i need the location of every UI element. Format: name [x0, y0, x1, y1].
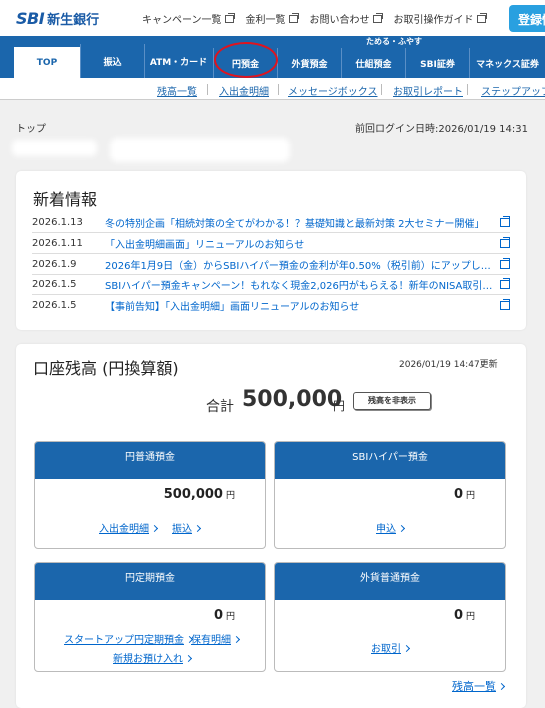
chevron-right-icon — [193, 524, 202, 533]
chevron-right-icon — [497, 682, 506, 691]
account-title: 円定期預金 — [35, 563, 265, 600]
news-link[interactable]: 2026年1月9日（金）からSBIハイパー預金の金利が年0.50%（税引前）にア… — [105, 257, 494, 272]
chevron-right-icon — [402, 644, 411, 653]
subnav-statement[interactable]: 入出金明細 — [219, 83, 269, 98]
account-title: SBIハイパー預金 — [275, 442, 505, 479]
logo-text: 新生銀行 — [47, 13, 100, 28]
sbi-shinsei-logo[interactable]: SBI 新生銀行 — [16, 9, 99, 28]
apply-link[interactable]: 申込 — [376, 520, 406, 535]
external-link-icon — [500, 278, 510, 289]
sbi-hyper-account-card: SBIハイパー預金 0円 申込 — [274, 441, 506, 549]
nav-tab-atm-card[interactable]: ATM・カード — [144, 44, 212, 78]
header-links: キャンペーン一覧 金利一覧 お問い合わせ お取引操作ガイド — [142, 11, 498, 26]
nav-tab-monex-securities[interactable]: マネックス証券 — [469, 48, 545, 78]
external-link-icon — [500, 298, 510, 310]
balance-panel: 口座残高 (円換算額) 2026/01/19 14:47更新 合計 500,00… — [16, 344, 526, 708]
balance-updated-time: 2026/01/19 14:47更新 — [399, 360, 498, 370]
fx-ordinary-account-card: 外貨普通預金 0円 お取引 — [274, 562, 506, 672]
news-link[interactable]: 【事前告知】「入出金明細」画面リニューアルのお知らせ — [105, 298, 494, 313]
subnav-step-up[interactable]: ステップアップ — [481, 83, 545, 98]
breadcrumb: トップ — [16, 124, 46, 135]
yen-time-deposit-card: 円定期預金 0円 スタートアップ円定期預金 保有明細 新規お預け入れ — [34, 562, 266, 672]
nav-tab-fx-deposit[interactable]: 外貨預金 — [277, 48, 341, 78]
account-balance: 0円 — [453, 487, 475, 502]
total-label: 合計 — [206, 399, 234, 415]
subnav-message-box[interactable]: メッセージボックス — [288, 83, 378, 98]
news-link[interactable]: 「入出金明細画面」リニューアルのお知らせ — [105, 236, 494, 251]
account-balance: 0円 — [453, 608, 475, 623]
statement-link[interactable]: 入出金明細 — [99, 520, 159, 535]
balance-title: 口座残高 (円換算額) — [33, 359, 179, 378]
subnav-divider — [207, 84, 208, 95]
redacted-name — [12, 140, 97, 156]
contact-link[interactable]: お問い合わせ — [310, 11, 383, 26]
external-link-icon — [372, 12, 383, 23]
subnav-transaction-report[interactable]: お取引レポート — [393, 83, 463, 98]
account-balance: 500,000 円 — [163, 487, 235, 502]
external-link-icon — [224, 12, 235, 23]
external-link-icon — [288, 12, 299, 23]
news-item[interactable]: 2026.1.9 2026年1月9日（金）からSBIハイパー預金の金利が年0.5… — [32, 255, 510, 275]
logo-sbi: SBI — [16, 9, 45, 28]
transfer-link[interactable]: 振込 — [172, 520, 202, 535]
news-panel: 新着情報 2026.1.13 冬の特別企画「相続対策の全てがわかる！？基礎知識と… — [16, 171, 526, 330]
account-balance: 0円 — [213, 608, 235, 623]
guide-link[interactable]: お取引操作ガイド — [394, 11, 487, 26]
redacted-greeting — [110, 138, 290, 162]
news-item[interactable]: 2026.1.5 SBIハイパー預金キャンペーン！もれなく現金2,026円がもら… — [32, 275, 510, 295]
external-link-icon — [500, 258, 510, 269]
news-title: 新着情報 — [33, 190, 98, 209]
news-date: 2026.1.5 — [32, 279, 77, 290]
rate-list-link[interactable]: 金利一覧 — [246, 11, 299, 26]
transaction-link[interactable]: お取引 — [371, 640, 411, 655]
news-item[interactable]: 2026.1.11 「入出金明細画面」リニューアルのお知らせ — [32, 234, 510, 254]
external-link-icon — [476, 12, 487, 23]
subnav-divider — [381, 84, 382, 95]
news-link[interactable]: 冬の特別企画「相続対策の全てがわかる！？基礎知識と最新対策 2大セミナー開催」 — [105, 215, 494, 230]
chevron-right-icon — [397, 524, 406, 533]
external-link-icon — [500, 237, 510, 248]
news-date: 2026.1.11 — [32, 238, 83, 249]
yen-ordinary-account-card: 円普通預金 500,000 円 入出金明細 振込 — [34, 441, 266, 549]
news-date: 2026.1.9 — [32, 259, 77, 270]
hide-balance-button[interactable]: 残高を非表示 — [353, 392, 431, 410]
startup-time-deposit-link[interactable]: スタートアップ円定期預金 — [64, 631, 194, 646]
balance-list-link[interactable]: 残高一覧 — [452, 678, 506, 694]
new-deposit-link[interactable]: 新規お預け入れ — [113, 650, 193, 665]
top-header: SBI 新生銀行 キャンペーン一覧 金利一覧 お問い合わせ お取引操作ガイド 登… — [0, 0, 545, 36]
chevron-right-icon — [150, 524, 159, 533]
news-item[interactable]: 2026.1.5 【事前告知】「入出金明細」画面リニューアルのお知らせ — [32, 295, 510, 315]
chevron-right-icon — [232, 635, 241, 644]
sub-nav: 残高一覧 入出金明細 メッセージボックス お取引レポート ステップアップ — [0, 78, 545, 100]
news-item[interactable]: 2026.1.13 冬の特別企画「相続対策の全てがわかる！？基礎知識と最新対策 … — [32, 213, 510, 233]
holdings-link[interactable]: 保有明細 — [191, 631, 241, 646]
last-login-time: 前回ログイン日時:2026/01/19 14:31 — [355, 124, 529, 135]
news-link[interactable]: SBIハイパー預金キャンペーン！もれなく現金2,026円がもらえる！新年のNIS… — [105, 277, 494, 292]
external-link-icon — [500, 216, 510, 227]
chevron-right-icon — [184, 654, 193, 663]
news-date: 2026.1.5 — [32, 299, 77, 311]
subnav-divider — [467, 84, 468, 95]
nav-tab-structured-deposit[interactable]: 仕組預金 — [341, 48, 405, 78]
nav-tab-sbi-securities[interactable]: SBI証券 — [405, 48, 469, 78]
nav-tab-transfer[interactable]: 振込 — [80, 44, 144, 78]
registration-info-button[interactable]: 登録情 — [509, 5, 545, 32]
account-title: 外貨普通預金 — [275, 563, 505, 600]
total-unit: 円 — [333, 399, 346, 413]
news-date: 2026.1.13 — [32, 217, 83, 228]
account-title: 円普通預金 — [35, 442, 265, 479]
campaign-list-link[interactable]: キャンペーン一覧 — [142, 11, 235, 26]
subnav-divider — [278, 84, 279, 95]
subnav-balance-list[interactable]: 残高一覧 — [157, 83, 197, 98]
total-balance: 500,000 — [242, 387, 343, 412]
highlight-circle — [214, 42, 278, 78]
nav-tab-top[interactable]: TOP — [14, 44, 80, 78]
